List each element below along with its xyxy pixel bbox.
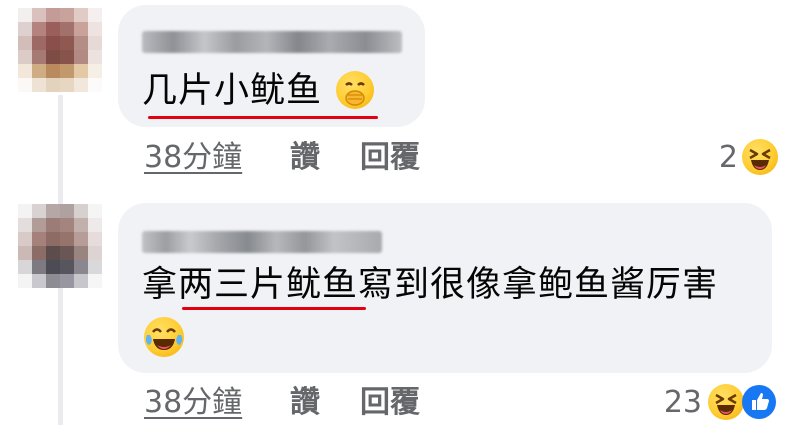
hand-over-mouth-emoji-icon [336, 71, 374, 109]
reply-button[interactable]: 回覆 [360, 385, 420, 421]
author-name-blurred[interactable] [142, 31, 402, 53]
comment-text: 拿两三片鱿鱼寫到很像拿鲍鱼酱厉害 [142, 263, 718, 307]
laughing-face-icon [742, 139, 778, 175]
comment-bubble: 几片小鱿鱼 [118, 5, 425, 127]
like-button[interactable]: 讚 [290, 385, 320, 421]
comment-bubble: 拿两三片鱿鱼寫到很像拿鲍鱼酱厉害 [118, 203, 772, 373]
comment-text-underlined: 拿两三片鱿鱼 [142, 265, 359, 305]
tears-of-joy-emoji-icon [144, 317, 184, 357]
avatar[interactable] [18, 8, 102, 92]
reaction-count[interactable]: 2 [700, 140, 738, 176]
comment-time[interactable]: 38分鐘 [144, 385, 242, 421]
author-name-blurred[interactable] [142, 231, 382, 253]
like-icon [742, 385, 776, 419]
reply-button[interactable]: 回覆 [360, 140, 420, 176]
comment-text: 几片小鱿鱼 [142, 71, 323, 111]
red-underline [182, 307, 366, 310]
avatar[interactable] [18, 204, 102, 288]
comment-time[interactable]: 38分鐘 [144, 140, 242, 176]
laughing-face-icon [708, 384, 744, 420]
comment-text-rest: 寫到很像拿鲍鱼酱厉害 [358, 265, 719, 305]
red-underline [148, 116, 378, 119]
like-button[interactable]: 讚 [290, 140, 320, 176]
reaction-count[interactable]: 23 [640, 385, 702, 421]
